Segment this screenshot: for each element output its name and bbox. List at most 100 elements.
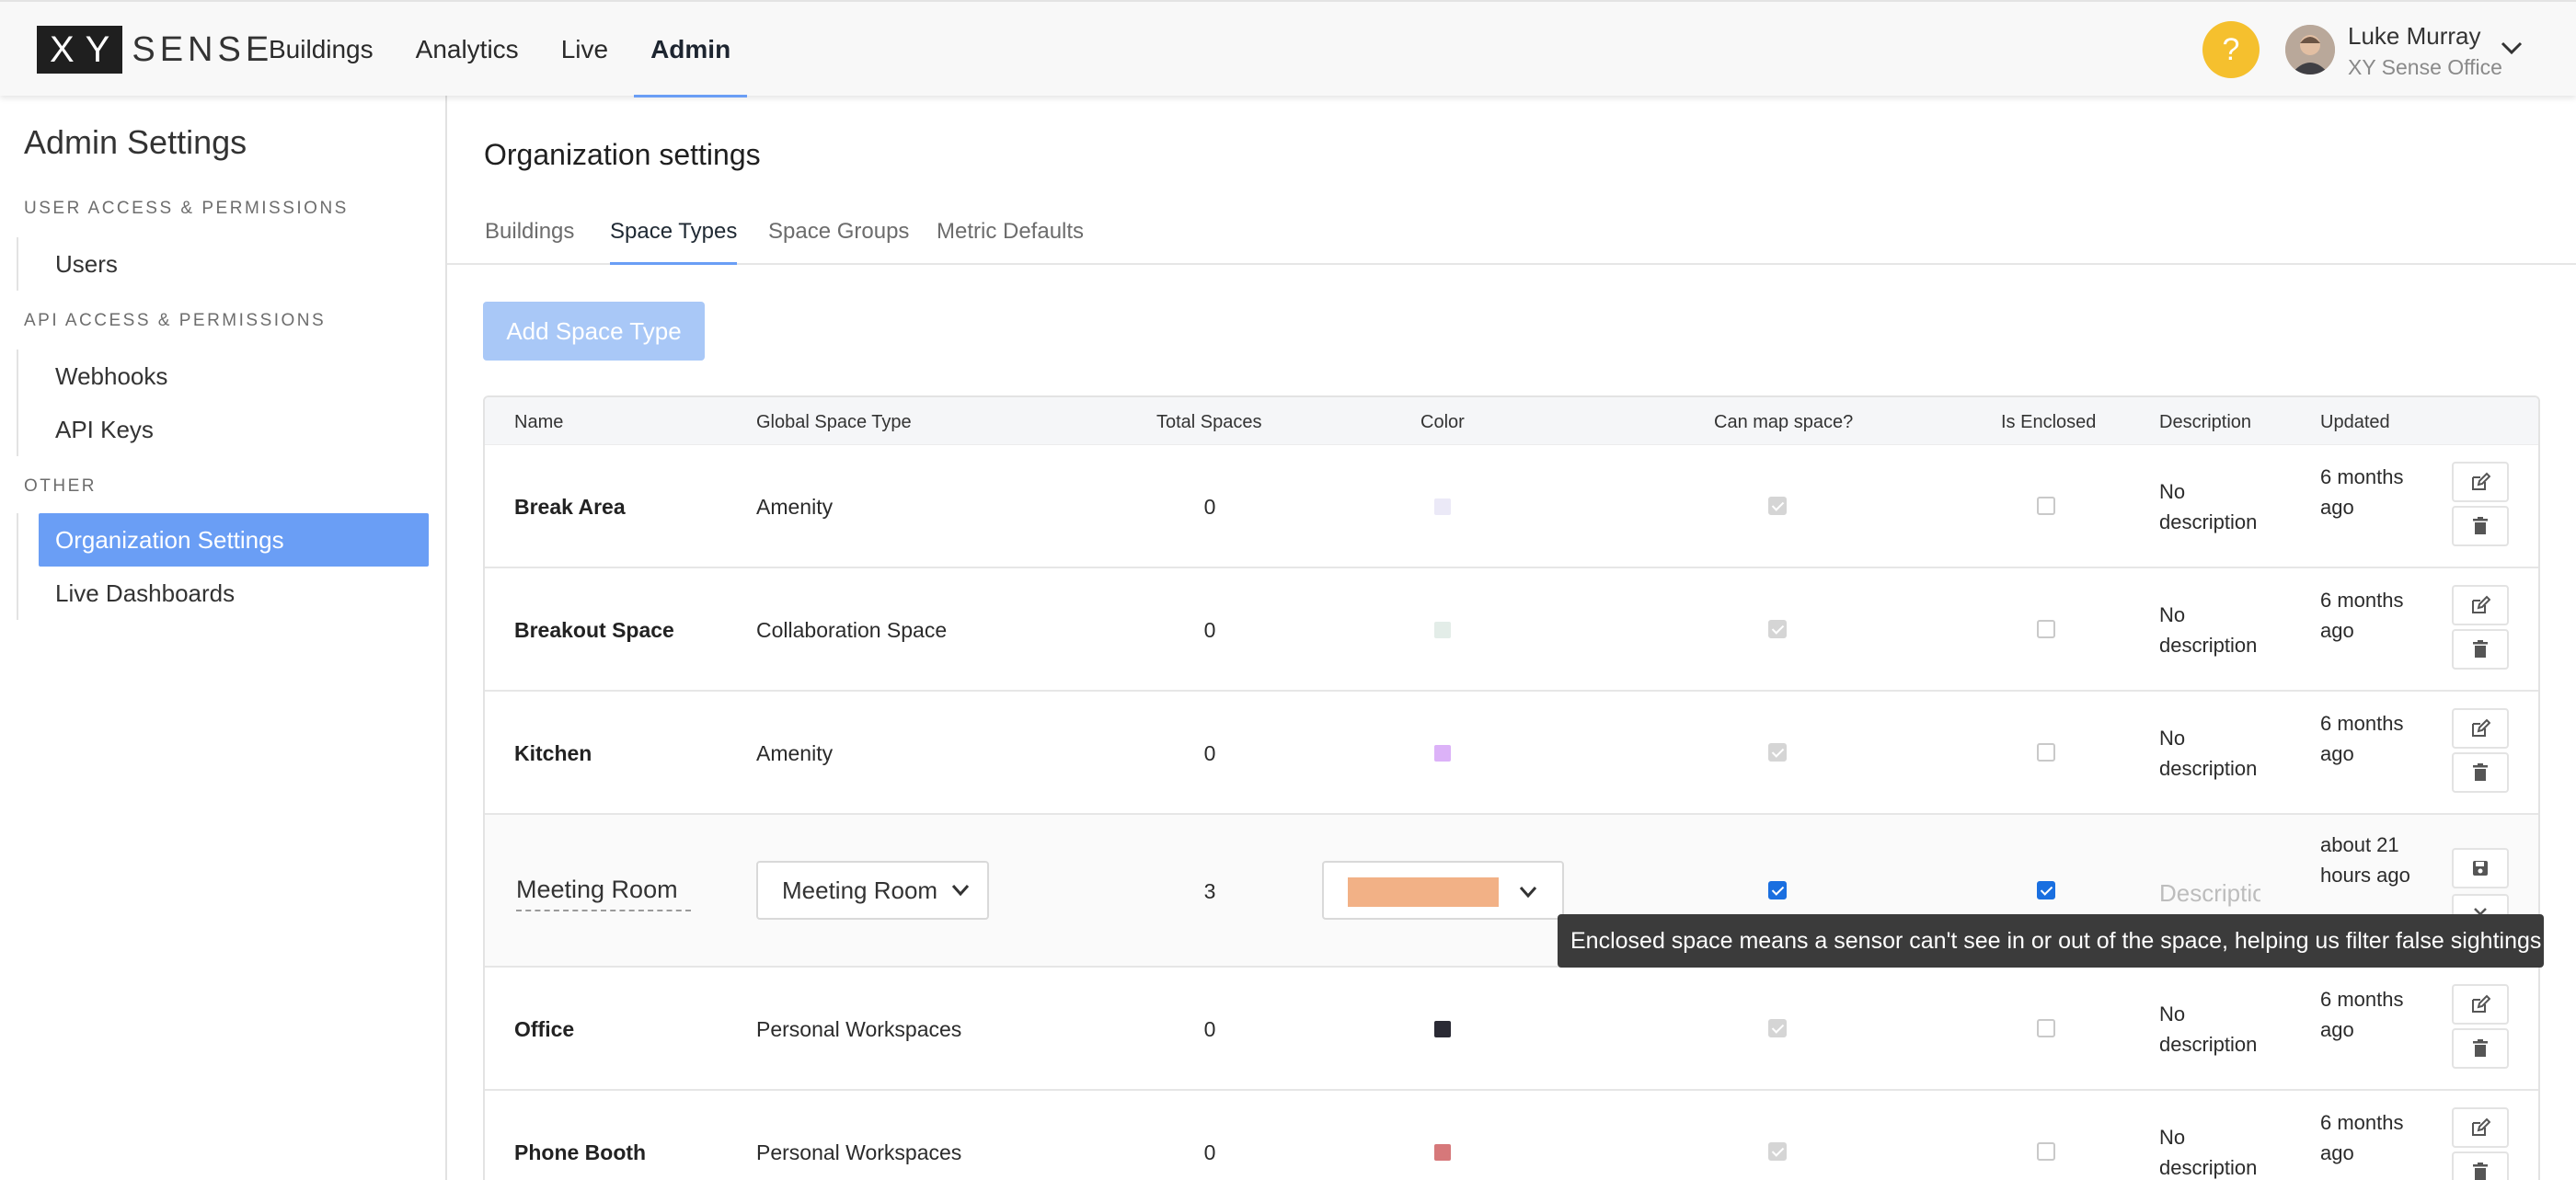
name-input[interactable]: Meeting Room bbox=[516, 876, 691, 911]
xy-sense-logo[interactable]: XY SENSE bbox=[37, 26, 273, 74]
trash-icon bbox=[2473, 763, 2488, 781]
trash-icon bbox=[2473, 517, 2488, 534]
row-updated: 6 months ago bbox=[2320, 465, 2404, 519]
row-name: Phone Booth bbox=[514, 1140, 647, 1164]
is-enclosed-checkbox bbox=[2037, 1019, 2055, 1037]
edit-icon bbox=[2472, 718, 2490, 737]
color-swatch bbox=[1434, 745, 1451, 762]
edit-icon bbox=[2472, 472, 2490, 490]
table-row: Kitchen Amenity 0 No description 6 month… bbox=[485, 692, 2538, 815]
nav-analytics[interactable]: Analytics bbox=[416, 2, 519, 97]
row-global-type: Personal Workspaces bbox=[756, 1140, 962, 1164]
color-picker-select[interactable] bbox=[1322, 861, 1564, 920]
delete-button[interactable] bbox=[2452, 629, 2509, 670]
tab-buildings[interactable]: Buildings bbox=[485, 219, 574, 263]
delete-button[interactable] bbox=[2452, 506, 2509, 546]
delete-button[interactable] bbox=[2452, 1028, 2509, 1069]
logo-word: SENSE bbox=[132, 29, 274, 69]
can-map-checkbox bbox=[1768, 743, 1787, 762]
row-total-spaces: 0 bbox=[1203, 618, 1216, 642]
header-updated[interactable]: Updated bbox=[2320, 412, 2390, 433]
color-value-bar bbox=[1348, 877, 1499, 907]
header-total-spaces[interactable]: Total Spaces bbox=[1156, 412, 1262, 433]
avatar[interactable] bbox=[2285, 25, 2335, 74]
nav-admin[interactable]: Admin bbox=[634, 2, 748, 97]
global-space-type-select[interactable]: Meeting Room bbox=[756, 861, 989, 920]
top-navbar: XY SENSE Buildings Analytics Live Admin … bbox=[0, 0, 2576, 97]
save-icon bbox=[2473, 861, 2488, 876]
table-row: Breakout Space Collaboration Space 0 No … bbox=[485, 568, 2538, 692]
can-map-checkbox[interactable] bbox=[1768, 881, 1787, 899]
section-other: OTHER bbox=[24, 476, 97, 496]
admin-sidebar: Admin Settings USER ACCESS & PERMISSIONS… bbox=[0, 96, 447, 1180]
row-total-spaces: 0 bbox=[1203, 495, 1216, 519]
row-total-spaces: 0 bbox=[1203, 1017, 1216, 1041]
row-name: Breakout Space bbox=[514, 618, 674, 642]
edit-icon bbox=[2472, 994, 2490, 1013]
description-input[interactable]: Description bbox=[2159, 879, 2260, 908]
header-global-space-type[interactable]: Global Space Type bbox=[756, 412, 912, 433]
row-global-type: Collaboration Space bbox=[756, 618, 948, 642]
group-other: Organization Settings Live Dashboards bbox=[17, 513, 431, 620]
tab-metric-defaults[interactable]: Metric Defaults bbox=[937, 219, 1084, 263]
global-space-type-value: Meeting Room bbox=[782, 876, 938, 904]
is-enclosed-checkbox[interactable] bbox=[2037, 881, 2055, 899]
edit-button[interactable] bbox=[2452, 462, 2509, 502]
edit-icon bbox=[2472, 595, 2490, 613]
chevron-down-icon[interactable] bbox=[2499, 39, 2524, 57]
row-total-spaces: 0 bbox=[1203, 741, 1216, 765]
header-name[interactable]: Name bbox=[514, 412, 563, 433]
nav-live[interactable]: Live bbox=[561, 2, 608, 97]
row-updated: 6 months ago bbox=[2320, 988, 2404, 1041]
is-enclosed-checkbox bbox=[2037, 1142, 2055, 1161]
edit-button[interactable] bbox=[2452, 984, 2509, 1025]
edit-button[interactable] bbox=[2452, 708, 2509, 749]
sidebar-item-api-keys[interactable]: API Keys bbox=[18, 403, 431, 456]
tab-space-groups[interactable]: Space Groups bbox=[768, 219, 909, 263]
header-color[interactable]: Color bbox=[1420, 412, 1465, 433]
settings-tabs: Buildings Space Types Space Groups Metri… bbox=[447, 208, 2576, 265]
row-updated: 6 months ago bbox=[2320, 589, 2404, 642]
trash-icon bbox=[2473, 1163, 2488, 1180]
tab-space-types[interactable]: Space Types bbox=[610, 219, 738, 265]
row-updated: 6 months ago bbox=[2320, 712, 2404, 765]
add-space-type-button[interactable]: Add Space Type bbox=[483, 302, 705, 361]
delete-button[interactable] bbox=[2452, 1151, 2509, 1180]
can-map-checkbox bbox=[1768, 497, 1787, 515]
can-map-checkbox bbox=[1768, 620, 1787, 638]
header-description[interactable]: Description bbox=[2159, 412, 2251, 433]
sidebar-item-live-dashboards[interactable]: Live Dashboards bbox=[18, 567, 431, 620]
user-name[interactable]: Luke Murray bbox=[2348, 22, 2481, 51]
edit-button[interactable] bbox=[2452, 1107, 2509, 1148]
main-nav: Buildings Analytics Live Admin bbox=[269, 2, 773, 97]
row-description: No description bbox=[2159, 1126, 2258, 1179]
save-button[interactable] bbox=[2452, 848, 2509, 888]
sidebar-item-webhooks[interactable]: Webhooks bbox=[18, 349, 431, 403]
color-swatch bbox=[1434, 1021, 1451, 1037]
row-updated: about 21 hours ago bbox=[2320, 833, 2410, 887]
can-map-checkbox bbox=[1768, 1019, 1787, 1037]
chevron-down-icon bbox=[1519, 887, 1537, 899]
row-description: No description bbox=[2159, 480, 2258, 533]
nav-buildings[interactable]: Buildings bbox=[269, 2, 374, 97]
trash-icon bbox=[2473, 1039, 2488, 1057]
logo-mark: XY bbox=[37, 26, 123, 74]
header-can-map-space[interactable]: Can map space? bbox=[1714, 412, 1853, 433]
header-is-enclosed[interactable]: Is Enclosed bbox=[2001, 412, 2096, 433]
sidebar-title: Admin Settings bbox=[24, 123, 247, 161]
edit-button[interactable] bbox=[2452, 585, 2509, 625]
sidebar-item-organization-settings[interactable]: Organization Settings bbox=[39, 513, 429, 567]
edit-icon bbox=[2472, 1117, 2490, 1136]
can-map-checkbox bbox=[1768, 1142, 1787, 1161]
group-api-access: Webhooks API Keys bbox=[17, 349, 431, 456]
page-title: Organization settings bbox=[484, 138, 761, 171]
table-header: Name Global Space Type Total Spaces Colo… bbox=[485, 397, 2538, 445]
row-global-type: Amenity bbox=[756, 495, 834, 519]
help-button[interactable]: ? bbox=[2202, 21, 2260, 78]
row-total-spaces: 3 bbox=[1203, 879, 1216, 903]
sidebar-item-users[interactable]: Users bbox=[18, 237, 431, 291]
row-global-type: Amenity bbox=[756, 741, 834, 765]
delete-button[interactable] bbox=[2452, 752, 2509, 793]
user-organization: XY Sense Office bbox=[2348, 55, 2502, 79]
is-enclosed-checkbox bbox=[2037, 620, 2055, 638]
